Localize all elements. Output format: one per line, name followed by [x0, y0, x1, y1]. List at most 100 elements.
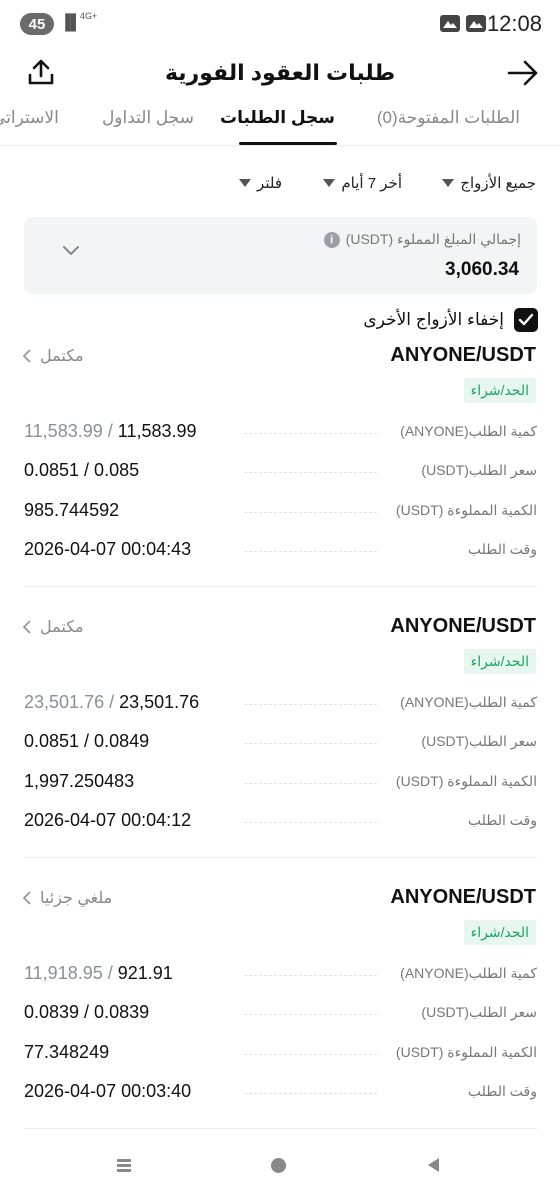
- filled-label: الكمية المملوءة (USDT): [387, 773, 537, 790]
- quantity-value: 11,918.95 / 921.91: [24, 963, 181, 984]
- filled-total-card[interactable]: إجمالي المبلغ المملوء (USDT) i 3,060.34: [24, 217, 537, 294]
- order-price-row: سعر الطلب(USDT) 0.0839 / 0.0839: [24, 1002, 537, 1026]
- order-type-badge: الحد/شراء: [463, 649, 536, 674]
- chevron-left-icon: [22, 891, 31, 905]
- clock: 12:08: [486, 11, 542, 36]
- order-status-link[interactable]: مكتمل: [22, 617, 84, 637]
- filled-value: 1,997.250483: [24, 771, 143, 792]
- time-label: وقت الطلب: [459, 541, 537, 558]
- quantity-filled: 921.91: [117, 963, 173, 983]
- dotted-leader: [244, 783, 377, 784]
- info-icon[interactable]: i: [323, 231, 340, 248]
- quantity-label: كمية الطلب(ANYONE): [392, 694, 537, 711]
- order-pair: ANYONE/USDT: [390, 615, 536, 637]
- quantity-total: 11,583.99: [24, 421, 103, 441]
- order-time-row: وقت الطلب 2026-04-07 00:04:12: [24, 810, 537, 834]
- filled-total-label: إجمالي المبلغ المملوء (USDT): [345, 231, 521, 247]
- order-status: مكتمل: [40, 348, 84, 365]
- order-pair: ANYONE/USDT: [390, 344, 536, 366]
- back-triangle-icon[interactable]: [428, 1158, 439, 1172]
- price-value: 0.0851 / 0.0849: [24, 731, 158, 752]
- pairs-dropdown[interactable]: جميع الأزواج: [442, 174, 536, 192]
- quantity-filled: 11,583.99: [117, 421, 197, 441]
- system-nav-bar: [0, 1150, 560, 1180]
- dotted-leader: [244, 1093, 377, 1094]
- tab-bar: الطلبات المفتوحة(0) سجل الطلبات سجل التد…: [0, 96, 560, 146]
- caret-down-icon: [323, 179, 336, 187]
- order-quantity-row: كمية الطلب(ANYONE) 11,918.95 / 921.91: [24, 963, 537, 987]
- order-quantity-row: كمية الطلب(ANYONE) 11,583.99 / 11,583.99: [24, 421, 537, 445]
- time-value: 2026-04-07 00:04:12: [24, 810, 200, 831]
- order-status-link[interactable]: ملغي جزئيا: [22, 888, 112, 908]
- period-dropdown-label: أخر 7 أيام: [341, 175, 402, 192]
- chevron-left-icon: [22, 349, 31, 363]
- hide-other-pairs-label: إخفاء الأزواج الأخرى: [363, 310, 504, 329]
- order-type-badge: الحد/شراء: [463, 378, 536, 403]
- filled-value: 985.744592: [24, 500, 128, 521]
- order-filled-row: الكمية المملوءة (USDT) 1,997.250483: [24, 771, 537, 795]
- period-dropdown[interactable]: أخر 7 أيام: [323, 174, 402, 192]
- hide-other-pairs-checkbox[interactable]: [514, 308, 538, 332]
- order-time-row: وقت الطلب 2026-04-07 00:03:40: [24, 1081, 537, 1105]
- time-label: وقت الطلب: [459, 1083, 537, 1100]
- order-type-badge: الحد/شراء: [463, 920, 536, 945]
- filled-total-value: 3,060.34: [445, 259, 519, 280]
- filled-label: الكمية المملوءة (USDT): [387, 502, 537, 519]
- order-price-row: سعر الطلب(USDT) 0.0851 / 0.085: [24, 460, 537, 484]
- quantity-label: كمية الطلب(ANYONE): [392, 965, 537, 982]
- time-value: 2026-04-07 00:03:40: [24, 1081, 200, 1102]
- order-pair: ANYONE/USDT: [390, 886, 536, 908]
- caret-down-icon: [442, 179, 455, 187]
- gallery-icon: [440, 15, 460, 32]
- active-tab-underline: [239, 142, 337, 145]
- price-value: 0.0851 / 0.085: [24, 460, 148, 481]
- tab-open-orders[interactable]: الطلبات المفتوحة(0): [377, 108, 520, 128]
- dotted-leader: [244, 1054, 377, 1055]
- quantity-label: كمية الطلب(ANYONE): [392, 423, 537, 440]
- battery-indicator: 45: [20, 13, 54, 35]
- dotted-leader: [244, 551, 377, 552]
- page-title: طلبات العقود الفورية: [164, 60, 396, 85]
- filled-value: 77.348249: [24, 1042, 118, 1063]
- dotted-leader: [244, 1014, 377, 1015]
- network-type: 4G+: [80, 11, 98, 21]
- dotted-leader: [244, 433, 377, 434]
- filter-dropdown[interactable]: فلتر: [239, 174, 282, 192]
- order-filled-row: الكمية المملوءة (USDT) 77.348249: [24, 1042, 537, 1066]
- chevron-down-icon[interactable]: [62, 245, 80, 257]
- hide-other-pairs-toggle[interactable]: إخفاء الأزواج الأخرى: [363, 308, 538, 332]
- dotted-leader: [244, 704, 377, 705]
- caret-down-icon: [239, 179, 252, 187]
- price-label: سعر الطلب(USDT): [413, 1004, 537, 1021]
- quantity-value: 23,501.76 / 23,501.76: [24, 692, 208, 713]
- status-bar: 45 ▐▌ 4G+ 12:08: [0, 0, 560, 48]
- tab-strategies[interactable]: الاستراتي: [0, 108, 59, 128]
- tab-order-history[interactable]: سجل الطلبات: [220, 108, 335, 128]
- recent-apps-icon[interactable]: [116, 1158, 132, 1172]
- divider: [24, 586, 537, 587]
- filled-label: الكمية المملوءة (USDT): [387, 1044, 537, 1061]
- check-icon: [518, 313, 534, 326]
- gallery-icon: [466, 15, 486, 32]
- order-status: ملغي جزئيا: [40, 890, 113, 907]
- divider: [24, 857, 537, 858]
- home-icon[interactable]: [271, 1158, 286, 1173]
- dotted-leader: [244, 472, 377, 473]
- dotted-leader: [244, 512, 377, 513]
- quantity-value: 11,583.99 / 11,583.99: [24, 421, 205, 442]
- back-button[interactable]: [506, 56, 540, 90]
- quantity-filled: 23,501.76: [119, 692, 200, 712]
- chevron-left-icon: [22, 620, 31, 634]
- order-quantity-row: كمية الطلب(ANYONE) 23,501.76 / 23,501.76: [24, 692, 537, 716]
- order-status-link[interactable]: مكتمل: [22, 346, 84, 366]
- arrow-right-icon: [507, 60, 538, 86]
- filter-dropdown-label: فلتر: [257, 175, 282, 192]
- pairs-dropdown-label: جميع الأزواج: [460, 175, 536, 192]
- price-label: سعر الطلب(USDT): [413, 462, 537, 479]
- tab-trade-history[interactable]: سجل التداول: [102, 108, 194, 128]
- quantity-total: 11,918.95: [24, 963, 103, 983]
- dotted-leader: [244, 743, 377, 744]
- filter-bar: جميع الأزواج أخر 7 أيام فلتر: [0, 170, 560, 198]
- app-header: طلبات العقود الفورية: [0, 48, 560, 96]
- price-value: 0.0839 / 0.0839: [24, 1002, 158, 1023]
